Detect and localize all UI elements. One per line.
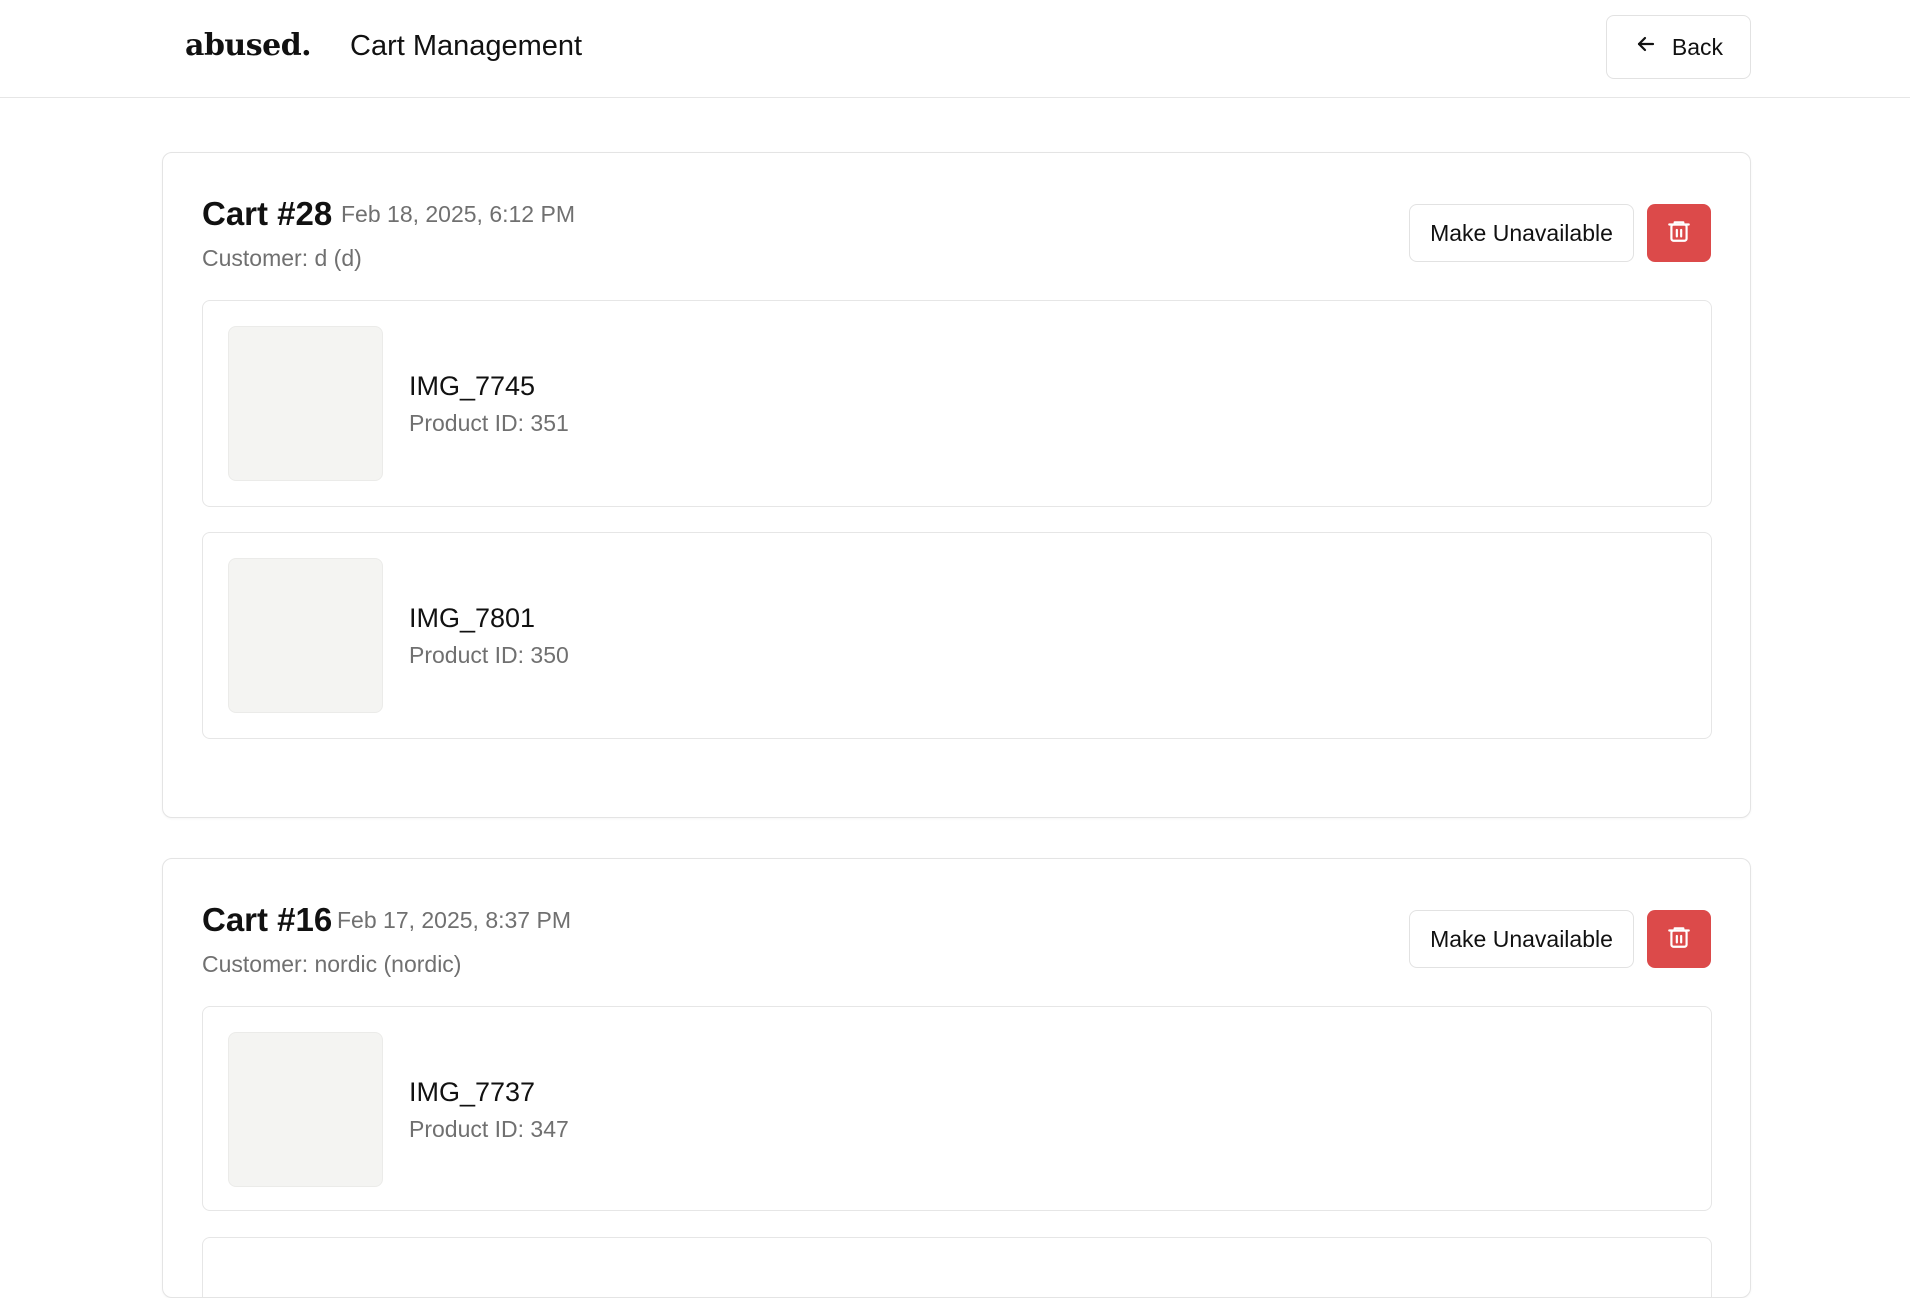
cart-card: Cart #16 Feb 17, 2025, 8:37 PM Customer:…	[162, 858, 1751, 1298]
cart-item: IMG_7737 Product ID: 347	[202, 1006, 1712, 1211]
cart-customer: Customer: nordic (nordic)	[202, 951, 462, 977]
page-title: Cart Management	[350, 30, 583, 62]
product-id: Product ID: 347	[409, 1116, 569, 1142]
product-name: IMG_7801	[409, 603, 536, 633]
product-thumbnail[interactable]	[228, 326, 383, 481]
cart-title: Cart #28	[202, 195, 333, 232]
cart-title: Cart #16	[202, 901, 333, 938]
cart-date: Feb 18, 2025, 6:12 PM	[341, 201, 575, 227]
product-thumbnail[interactable]	[228, 558, 383, 713]
delete-cart-button[interactable]	[1647, 204, 1711, 262]
cart-date: Feb 17, 2025, 8:37 PM	[337, 907, 571, 933]
trash-icon	[1666, 924, 1692, 955]
top-header: abused. Cart Management Back	[0, 0, 1910, 98]
product-thumbnail[interactable]	[228, 1032, 383, 1187]
product-name: IMG_7745	[409, 371, 536, 401]
cart-card: Cart #28 Feb 18, 2025, 6:12 PM Customer:…	[162, 152, 1751, 818]
make-unavailable-button[interactable]: Make Unavailable	[1409, 204, 1634, 262]
cart-customer: Customer: d (d)	[202, 245, 362, 271]
cart-item	[202, 1237, 1712, 1297]
trash-icon	[1666, 218, 1692, 249]
cart-item: IMG_7745 Product ID: 351	[202, 300, 1712, 507]
cart-item: IMG_7801 Product ID: 350	[202, 532, 1712, 739]
delete-cart-button[interactable]	[1647, 910, 1711, 968]
product-id: Product ID: 351	[409, 410, 569, 436]
make-unavailable-button[interactable]: Make Unavailable	[1409, 910, 1634, 968]
back-button[interactable]: Back	[1606, 15, 1751, 79]
brand-logo[interactable]: abused.	[185, 28, 312, 63]
arrow-left-icon	[1634, 32, 1658, 62]
product-id: Product ID: 350	[409, 642, 569, 668]
product-name: IMG_7737	[409, 1077, 536, 1107]
back-button-label: Back	[1671, 33, 1724, 60]
